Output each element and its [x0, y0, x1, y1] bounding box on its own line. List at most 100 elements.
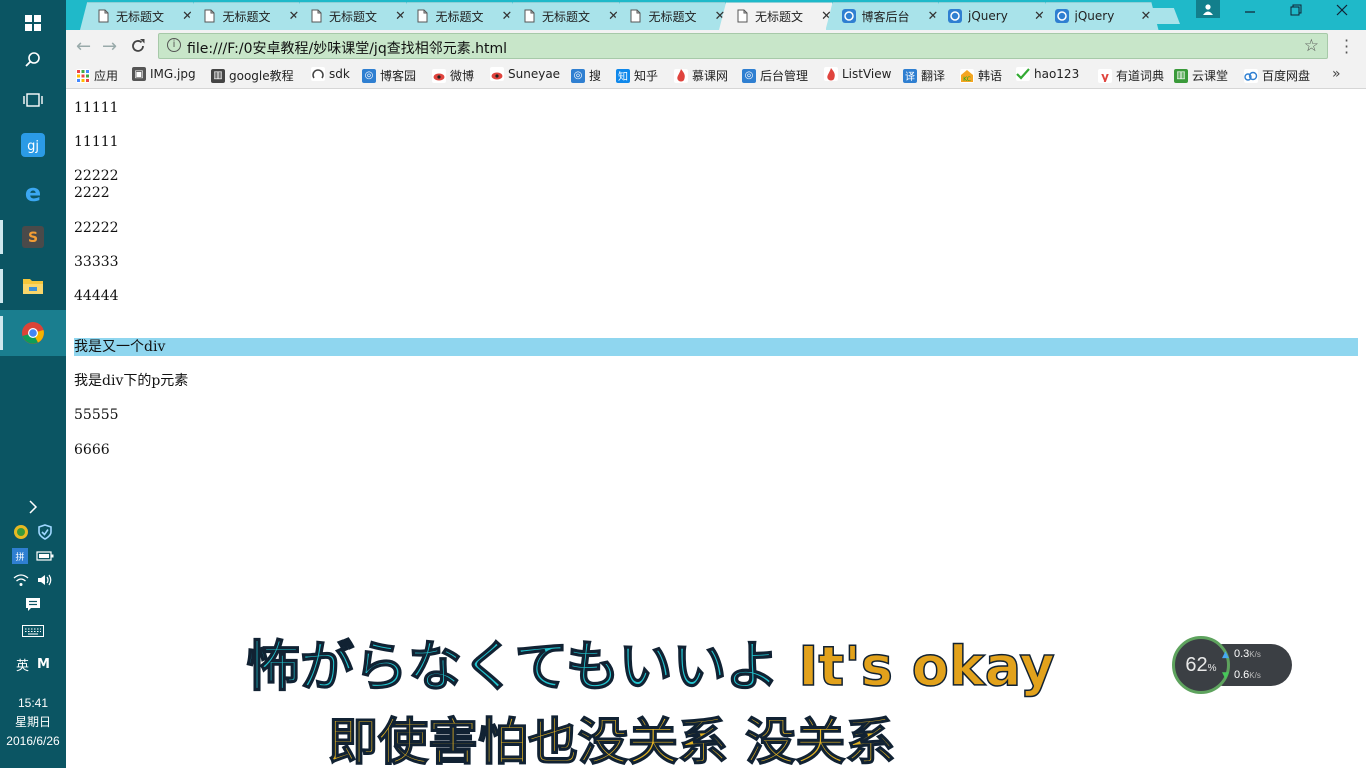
- task-view-button[interactable]: [0, 77, 66, 123]
- minimize-icon: [1245, 11, 1255, 13]
- div-child-paragraph: 我是div下的p元素: [74, 373, 189, 389]
- sublime-icon: S: [22, 226, 44, 248]
- chevron-right-icon: [29, 500, 38, 514]
- browser-tab[interactable]: 无标题文 ✕: [186, 2, 307, 30]
- zhihu-icon: 知: [616, 68, 630, 83]
- download-value: 0.6: [1234, 669, 1250, 681]
- browser-tab[interactable]: 无标题文 ✕: [293, 2, 413, 30]
- bookmark-item[interactable]: 微博: [432, 67, 474, 84]
- memory-usage-ring: 62%: [1172, 636, 1230, 694]
- restore-icon: [1290, 4, 1302, 16]
- close-window-button[interactable]: [1336, 4, 1348, 20]
- bookmarks-overflow-button[interactable]: »: [1332, 66, 1341, 82]
- download-rate: 0.6K/s: [1234, 669, 1261, 681]
- browser-tab[interactable]: 无标题文 ✕: [80, 2, 200, 30]
- reload-button[interactable]: [130, 38, 146, 58]
- bookmark-item[interactable]: ◎ 后台管理: [742, 67, 808, 84]
- bookmark-label: IMG.jpg: [150, 67, 196, 81]
- memory-percent: 62: [1185, 653, 1208, 676]
- tab-title: 无标题文: [542, 9, 591, 24]
- restore-button[interactable]: [1290, 4, 1302, 20]
- ime-mode-indicator[interactable]: M: [37, 657, 50, 672]
- ime-language-indicator[interactable]: 英: [16, 655, 29, 674]
- taskbar-app-edge[interactable]: e: [0, 169, 66, 215]
- tab-title: jQuery: [1074, 9, 1115, 23]
- more-vertical-icon: · · ·: [1344, 31, 1350, 62]
- keyboard-icon[interactable]: [22, 625, 44, 637]
- bookmark-item[interactable]: ▥ google教程: [211, 67, 294, 84]
- close-icon: [1336, 4, 1348, 16]
- lyric-japanese: 怖がらなくてもいいよ: [245, 634, 780, 699]
- minimize-button[interactable]: [1244, 4, 1256, 20]
- bookmark-item[interactable]: y 有道词典: [1098, 67, 1164, 84]
- info-icon[interactable]: i: [167, 38, 181, 52]
- tray-row-1: [0, 521, 66, 543]
- bookmark-item[interactable]: 应用: [76, 67, 118, 84]
- bookmark-item[interactable]: hao123: [1016, 67, 1079, 81]
- clock-time: 15:41: [17, 696, 49, 710]
- browser-tab[interactable]: 无标题文 ✕: [719, 2, 839, 30]
- folder-icon: [23, 279, 43, 294]
- tray-row-4: [0, 594, 66, 616]
- bookmark-item[interactable]: 慕课网: [674, 67, 728, 84]
- browser-tab[interactable]: 博客后台 ✕: [825, 2, 946, 30]
- svg-text:y: y: [1101, 70, 1109, 82]
- browser-tab[interactable]: 无标题文 ✕: [612, 2, 733, 30]
- taskbar-app-explorer[interactable]: [0, 263, 66, 309]
- volume-icon[interactable]: [37, 573, 53, 587]
- fire-icon: [674, 68, 688, 83]
- paragraph-3: 22222: [74, 168, 119, 184]
- bookmark-star-icon[interactable]: ☆: [1304, 36, 1319, 56]
- bookmark-item[interactable]: KC 韩语: [960, 67, 1002, 84]
- wifi-icon[interactable]: [13, 573, 29, 587]
- profile-button[interactable]: [1196, 0, 1220, 18]
- bookmark-item[interactable]: 译翻译: [903, 67, 945, 84]
- user-icon: [1203, 3, 1213, 15]
- browser-tab[interactable]: 无标题文 ✕: [506, 2, 626, 30]
- bookmark-item[interactable]: Suneyae: [490, 67, 560, 81]
- forward-arrow-icon: →: [102, 36, 118, 57]
- browser-tab[interactable]: jQuery ✕: [1038, 2, 1159, 30]
- bookmark-item[interactable]: ◎ 博客园: [362, 67, 416, 84]
- url-text[interactable]: file:///F:/0安卓教程/妙味课堂/jq查找相邻元素.html: [187, 38, 507, 58]
- tray-row-2: 拼: [0, 545, 66, 567]
- bookmark-item[interactable]: ◎ 搜: [571, 67, 601, 84]
- battery-icon[interactable]: [36, 550, 54, 562]
- translate-icon: 译: [903, 68, 917, 83]
- paragraph-9: 6666: [74, 442, 110, 458]
- browser-menu-button[interactable]: · · ·: [1344, 33, 1349, 61]
- network-speed-widget[interactable]: 62% ▲ 0.3K/s ▼ 0.6K/s: [1172, 636, 1292, 694]
- bookmark-item[interactable]: ▥ 云课堂: [1174, 67, 1228, 84]
- system-clock[interactable]: 15:41 星期日 2016/6/26: [0, 694, 66, 751]
- lyric-english: It's okay: [798, 634, 1056, 699]
- clock-day: 星期日: [14, 715, 51, 729]
- taskbar-app-chrome[interactable]: [0, 310, 66, 356]
- paragraph-5: 22222: [74, 220, 119, 236]
- address-bar[interactable]: i file:///F:/0安卓教程/妙味课堂/jq查找相邻元素.html ☆: [158, 33, 1328, 59]
- tab-title: 无标题文: [755, 9, 804, 24]
- shield-icon[interactable]: [37, 524, 53, 540]
- tray-overflow[interactable]: [0, 496, 66, 518]
- bookmark-item[interactable]: sdk: [311, 67, 350, 81]
- taskbar-app-qq-browser[interactable]: gj: [0, 122, 66, 168]
- browser-tab[interactable]: jQuery ✕: [932, 2, 1052, 30]
- input-method-icon[interactable]: 拼: [12, 548, 28, 564]
- tab-title: 无标题文: [648, 9, 697, 24]
- upload-arrow-icon: ▲: [1222, 650, 1229, 660]
- upload-value: 0.3: [1234, 648, 1250, 660]
- tab-strip: 无标题文 ✕ 无标题文 ✕ 无标题文 ✕ 无标题文 ✕ 无标题文 ✕ 无标题文 ✕ 无标题文 ✕ 博客后台 ✕…: [66, 0, 1366, 30]
- bookmark-item[interactable]: ▣ IMG.jpg: [132, 67, 196, 81]
- lyric-line-1: 怖がらなくてもいいよ It's okay: [245, 622, 1056, 701]
- globe-icon[interactable]: [13, 524, 29, 540]
- bookmark-item[interactable]: 百度网盘: [1244, 67, 1310, 84]
- page-icon: [735, 9, 749, 23]
- action-center-icon[interactable]: [25, 597, 41, 613]
- bookmark-label: 翻译: [921, 69, 946, 83]
- bookmark-item[interactable]: ListView: [824, 67, 891, 81]
- back-button[interactable]: ←: [76, 38, 91, 56]
- forward-button[interactable]: →: [102, 38, 117, 56]
- div-text: 我是又一个div: [74, 339, 166, 355]
- bookmark-item[interactable]: 知知乎: [616, 67, 658, 84]
- taskbar-app-sublime[interactable]: S: [0, 214, 66, 260]
- browser-tab[interactable]: 无标题文 ✕: [399, 2, 520, 30]
